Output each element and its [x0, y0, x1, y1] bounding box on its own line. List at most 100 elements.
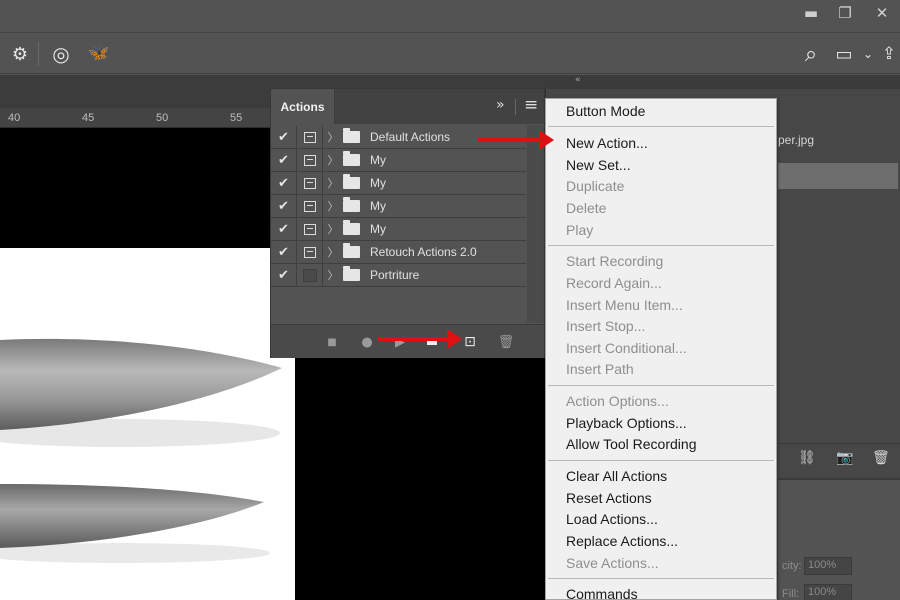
check-icon[interactable]: ✔: [271, 240, 297, 264]
check-icon[interactable]: ✔: [271, 263, 297, 287]
check-icon[interactable]: ✔: [271, 217, 297, 241]
menu-item-duplicate: Duplicate: [566, 178, 625, 194]
opacity-field[interactable]: 100%: [804, 557, 852, 575]
menu-item-new-set[interactable]: New Set...: [566, 157, 631, 173]
workspace-view-icon[interactable]: ▭: [831, 40, 857, 68]
dialog-toggle-icon[interactable]: [297, 263, 323, 287]
menu-separator: [548, 245, 774, 246]
panel-collapse-strip[interactable]: «: [545, 75, 900, 89]
folder-icon: [343, 151, 360, 166]
chevron-right-icon[interactable]: 〉: [323, 244, 343, 260]
knife-blades-image: [0, 338, 282, 563]
dialog-toggle-icon[interactable]: [297, 217, 323, 241]
trash-icon[interactable]: 🗑: [497, 333, 515, 351]
chevron-right-icon[interactable]: 〉: [323, 267, 343, 283]
menu-item-replace-actions[interactable]: Replace Actions...: [566, 533, 678, 549]
menu-item-commands[interactable]: Commands: [566, 586, 638, 600]
expand-panel-icon[interactable]: »: [496, 97, 505, 113]
menu-item-play: Play: [566, 222, 594, 238]
chevron-right-icon[interactable]: 〉: [323, 221, 343, 237]
chevron-down-icon[interactable]: ⌄: [860, 40, 876, 68]
dialog-toggle-icon[interactable]: [297, 125, 323, 149]
document-image[interactable]: [0, 248, 295, 600]
title-bar: ▬ ❐ ✕: [0, 0, 900, 33]
history-footer-toolbar: ⛓ 📷 🗑: [778, 443, 900, 473]
history-snapshot-label: per.jpg: [778, 133, 815, 147]
ruler-tick: 50: [156, 112, 169, 124]
fill-label: Fill:: [782, 588, 800, 600]
menu-item-record-again: Record Again...: [566, 275, 662, 291]
check-icon[interactable]: ✔: [271, 125, 297, 149]
search-icon[interactable]: ⌕: [798, 40, 824, 68]
action-set-label: My: [370, 176, 386, 190]
actions-scrollbar[interactable]: [527, 125, 544, 323]
collapse-icon[interactable]: «: [575, 75, 581, 85]
new-set-icon[interactable]: ▬: [423, 333, 441, 351]
action-set-row[interactable]: ✔ 〉 My: [271, 194, 526, 218]
menu-item-playback-options[interactable]: Playback Options...: [566, 415, 687, 431]
tab-actions[interactable]: Actions: [271, 89, 335, 124]
play-icon[interactable]: ▶: [391, 333, 409, 351]
menu-item-button-mode[interactable]: Button Mode: [566, 103, 645, 119]
close-button[interactable]: ✕: [868, 2, 896, 24]
dialog-toggle-icon[interactable]: [297, 148, 323, 172]
folder-icon: [343, 266, 360, 281]
action-set-row[interactable]: ✔ 〉 Retouch Actions 2.0: [271, 240, 526, 264]
menu-item-insert-path: Insert Path: [566, 361, 634, 377]
dialog-toggle-icon[interactable]: [297, 171, 323, 195]
folder-icon: [343, 128, 360, 143]
stop-icon[interactable]: ■: [323, 333, 341, 351]
annotation-arrow-new-action: [478, 130, 554, 150]
dialog-toggle-icon[interactable]: [297, 240, 323, 264]
chevron-right-icon[interactable]: 〉: [323, 152, 343, 168]
menu-item-allow-tool-recording[interactable]: Allow Tool Recording: [566, 436, 696, 452]
dialog-toggle-icon[interactable]: [297, 194, 323, 218]
record-icon[interactable]: ●: [358, 333, 376, 351]
chevron-right-icon[interactable]: 〉: [323, 175, 343, 191]
aim-icon[interactable]: ◎: [48, 40, 74, 68]
actions-panel-header: Actions » ≡: [271, 89, 544, 124]
check-icon[interactable]: ✔: [271, 171, 297, 195]
menu-item-start-recording: Start Recording: [566, 253, 664, 269]
menu-item-load-actions[interactable]: Load Actions...: [566, 511, 658, 527]
new-action-icon[interactable]: ⊡: [461, 333, 479, 351]
menu-item-delete: Delete: [566, 200, 607, 216]
symmetry-butterfly-icon[interactable]: 🦋: [86, 40, 112, 68]
chevron-right-icon[interactable]: 〉: [323, 198, 343, 214]
menu-item-reset-actions[interactable]: Reset Actions: [566, 490, 652, 506]
action-set-row[interactable]: ✔ 〉 Portriture: [271, 263, 526, 287]
panel-menu-icon[interactable]: ≡: [524, 95, 538, 115]
check-icon[interactable]: ✔: [271, 194, 297, 218]
share-icon[interactable]: ⇪: [878, 40, 900, 68]
menu-item-new-action[interactable]: New Action...: [566, 135, 648, 151]
gear-icon[interactable]: ⚙: [8, 40, 32, 68]
ruler-tick: 45: [82, 112, 95, 124]
actions-panel-menu: Button Mode New Action... New Set... Dup…: [545, 98, 777, 600]
minimize-button[interactable]: ▬: [797, 2, 825, 24]
check-icon[interactable]: ✔: [271, 148, 297, 172]
action-set-label: Retouch Actions 2.0: [370, 245, 477, 259]
menu-separator: [548, 460, 774, 461]
action-set-row[interactable]: ✔ 〉 My: [271, 217, 526, 241]
camera-icon[interactable]: 📷: [836, 450, 853, 466]
fill-field[interactable]: 100%: [804, 584, 852, 600]
ruler-tick: 40: [8, 112, 21, 124]
actions-footer-toolbar: ■ ● ▶ ▬ ⊡ 🗑: [271, 324, 544, 358]
history-state-row[interactable]: [778, 163, 898, 189]
action-set-label: Default Actions: [370, 130, 451, 144]
action-set-row[interactable]: ✔ 〉 My: [271, 171, 526, 195]
menu-item-clear-all-actions[interactable]: Clear All Actions: [566, 468, 667, 484]
link-icon[interactable]: ⛓: [798, 450, 816, 466]
divider: [38, 42, 39, 66]
divider: [515, 99, 516, 115]
menu-separator: [548, 578, 774, 579]
ruler-tick: 55: [230, 112, 243, 124]
restore-button[interactable]: ❐: [831, 2, 859, 24]
trash-icon[interactable]: 🗑: [872, 450, 890, 466]
layers-panel: city: 100% Fill: 100%: [778, 478, 900, 600]
menu-item-insert-conditional: Insert Conditional...: [566, 340, 687, 356]
action-set-row[interactable]: ✔ 〉 My: [271, 148, 526, 172]
chevron-right-icon[interactable]: 〉: [323, 129, 343, 145]
action-set-label: My: [370, 199, 386, 213]
action-set-label: My: [370, 153, 386, 167]
